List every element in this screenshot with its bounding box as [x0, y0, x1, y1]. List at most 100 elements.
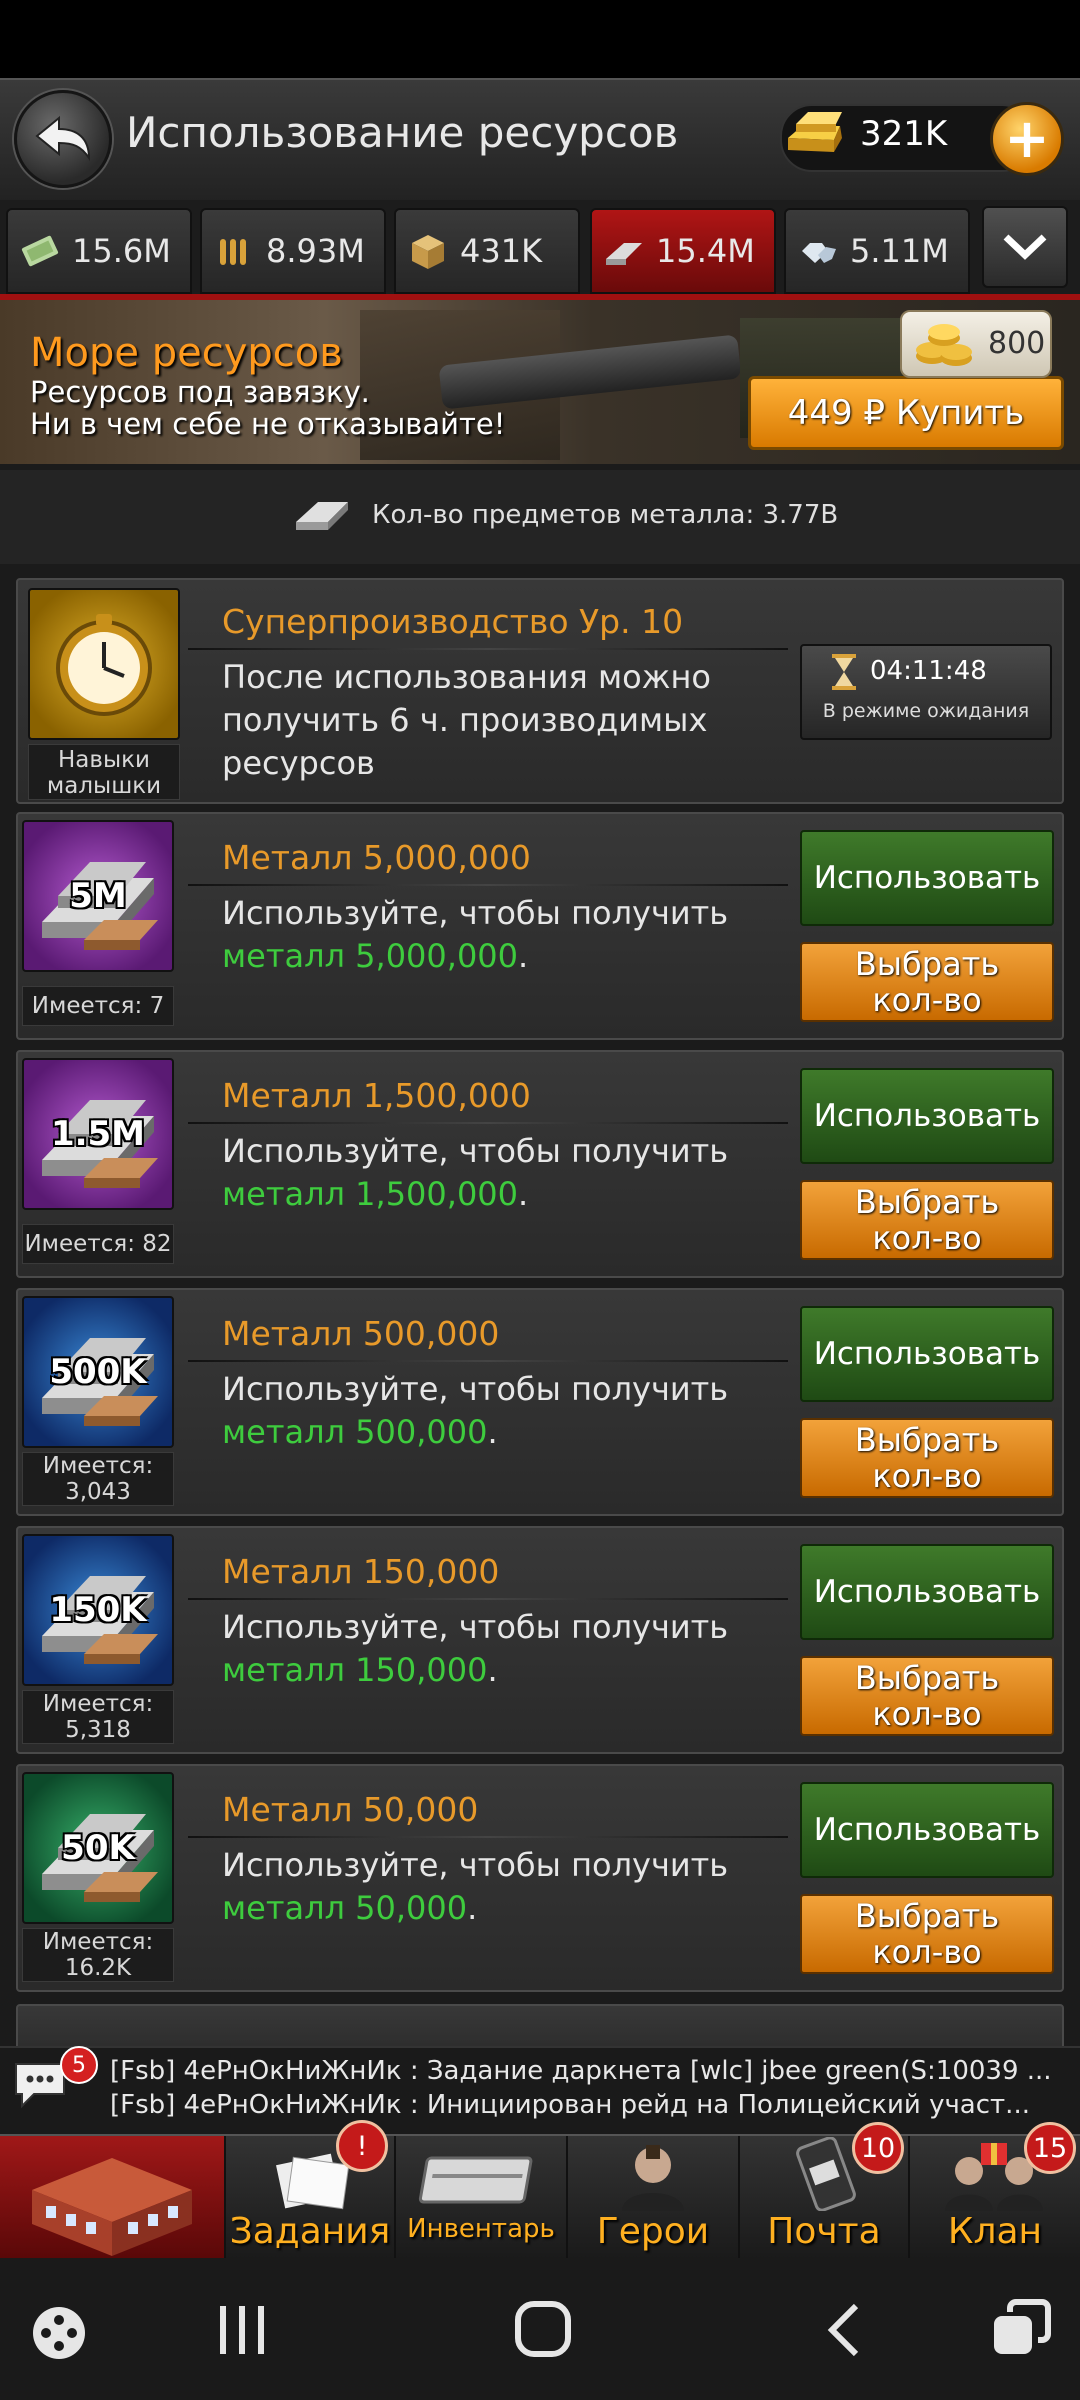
add-gold-button[interactable]: +: [990, 102, 1064, 176]
page-title: Использование ресурсов: [126, 108, 679, 157]
choose-quantity-button[interactable]: Выбрать кол-во: [800, 1656, 1054, 1736]
cash-icon: [21, 235, 59, 267]
home-icon[interactable]: [512, 2298, 574, 2360]
divider: [188, 1122, 788, 1124]
item-description: Используйте, чтобы получить металл 500,00…: [222, 1368, 728, 1454]
use-button[interactable]: Использовать: [800, 1782, 1054, 1878]
super-production-image: [28, 588, 180, 740]
nav-inventory[interactable]: Инвентарь: [396, 2136, 568, 2258]
nav-tasks-label: Задания: [229, 2211, 391, 2252]
divider: [188, 648, 788, 650]
banner-line: Ресурсов под завязку.: [30, 375, 370, 409]
coin-amount: 800: [988, 326, 1046, 361]
item-description: Используйте, чтобы получить металл 150,00…: [222, 1606, 728, 1692]
nav-inventory-label: Инвентарь: [407, 2214, 555, 2244]
owned-count-line: Имеется:: [42, 1691, 154, 1717]
nav-clan-label: Клан: [947, 2211, 1043, 2252]
item-amount-label: 50K: [61, 1828, 135, 1868]
tab-goods[interactable]: 431K: [394, 208, 580, 294]
tab-metal[interactable]: 15.4M: [590, 208, 776, 294]
tasks-alert-badge: !: [336, 2120, 388, 2172]
desc-amount: металл 1,500,000: [222, 1175, 519, 1213]
desc-line: ресурсов: [222, 744, 375, 782]
owned-count-line: 16.2K: [64, 1955, 132, 1981]
chat-message: [Fsb] 4еРнОкНиЖнИк : Инициирован рейд на…: [110, 2090, 1030, 2120]
desc-amount: металл 500,000: [222, 1413, 488, 1451]
expand-tabs-button[interactable]: [982, 206, 1068, 288]
divider: [188, 1836, 788, 1838]
owned-count: Имеется: 82: [22, 1224, 174, 1264]
owned-count: Имеется: 5,318: [22, 1690, 174, 1744]
desc-line: Используйте, чтобы получить: [222, 1846, 729, 1884]
owned-count-line: Имеется: 82: [24, 1231, 172, 1257]
item-amount-label: 500K: [49, 1352, 147, 1392]
inventory-case-icon: [418, 2156, 533, 2204]
button-line: Выбрать: [854, 1183, 1000, 1221]
desc-period: .: [487, 1651, 498, 1689]
banner-line: Ни в чем себе не отказывайте!: [30, 407, 506, 441]
use-button[interactable]: Использовать: [800, 1306, 1054, 1402]
desc-line: Используйте, чтобы получить: [222, 894, 729, 932]
banner-subtitle: Ресурсов под завязку. Ни в чем себе не о…: [30, 376, 505, 440]
item-name: Суперпроизводство Ур. 10: [222, 602, 684, 641]
use-button[interactable]: Использовать: [800, 1068, 1054, 1164]
item-name: Металл 50,000: [222, 1790, 479, 1829]
diamonds-icon: [802, 243, 836, 263]
tab-diamonds[interactable]: 5.11M: [784, 208, 970, 294]
owned-count: Имеется: 3,043: [22, 1452, 174, 1506]
clan-notification-badge: 15: [1024, 2122, 1076, 2174]
desc-period: .: [518, 1175, 529, 1213]
buy-button[interactable]: 449 ₽ Купить: [748, 376, 1064, 450]
owned-count-line: Имеется: 7: [31, 993, 165, 1019]
chevron-down-icon: [1003, 234, 1047, 260]
status-bar: [0, 0, 1080, 78]
item-amount-label: 5M: [69, 876, 127, 916]
use-button[interactable]: Использовать: [800, 830, 1054, 926]
button-line: кол-во: [872, 1457, 982, 1495]
tab-value: 5.11M: [850, 232, 949, 270]
item-amount-label: 1.5M: [50, 1114, 146, 1154]
choose-quantity-button[interactable]: Выбрать кол-во: [800, 942, 1054, 1022]
desc-period: .: [518, 937, 529, 975]
divider: [188, 1598, 788, 1600]
button-line: Выбрать: [854, 1421, 1000, 1459]
desc-line: получить 6 ч. производимых: [222, 701, 708, 739]
button-line: Выбрать: [854, 1897, 1000, 1935]
recent-apps-icon[interactable]: [212, 2302, 272, 2358]
desc-amount: металл 50,000: [222, 1889, 468, 1927]
metal-bars-icon: [296, 502, 348, 530]
use-button[interactable]: Использовать: [800, 1544, 1054, 1640]
tab-value: 8.93M: [266, 232, 365, 270]
multi-window-icon[interactable]: [990, 2298, 1052, 2360]
nav-home[interactable]: [0, 2136, 226, 2258]
pocket-watch-icon: [56, 614, 152, 716]
desc-period: .: [467, 1889, 478, 1927]
tab-ammo[interactable]: 8.93M: [200, 208, 386, 294]
owned-count-line: 3,043: [65, 1479, 131, 1505]
button-line: Выбрать: [854, 1659, 1000, 1697]
item-description: После использования можно получить 6 ч. …: [222, 656, 711, 785]
choose-quantity-button[interactable]: Выбрать кол-во: [800, 1418, 1054, 1498]
ammo-icon: [220, 239, 246, 265]
owned-count: Имеется: 7: [22, 986, 174, 1026]
item-name: Металл 1,500,000: [222, 1076, 531, 1115]
game-launcher-icon[interactable]: [30, 2304, 88, 2362]
choose-quantity-button[interactable]: Выбрать кол-во: [800, 1894, 1054, 1974]
gold-ingot-icon: [788, 112, 842, 152]
choose-quantity-button[interactable]: Выбрать кол-во: [800, 1180, 1054, 1260]
button-line: кол-во: [872, 1695, 982, 1733]
tab-cash[interactable]: 15.6M: [6, 208, 192, 294]
tab-value: 431K: [460, 232, 543, 270]
owned-count-line: Имеется:: [42, 1929, 154, 1955]
button-line: кол-во: [872, 981, 982, 1019]
banner-title: Море ресурсов: [30, 330, 343, 376]
nav-heroes[interactable]: Герои: [568, 2136, 740, 2258]
back-button[interactable]: [14, 90, 112, 188]
back-nav-icon[interactable]: [822, 2300, 868, 2360]
desc-line: Используйте, чтобы получить: [222, 1132, 729, 1170]
back-arrow-icon: [35, 115, 91, 162]
desc-line: Используйте, чтобы получить: [222, 1608, 729, 1646]
divider: [188, 1360, 788, 1362]
timer-status: В режиме ожидания: [822, 700, 1030, 722]
item-description: Используйте, чтобы получить металл 1,500,…: [222, 1130, 728, 1216]
